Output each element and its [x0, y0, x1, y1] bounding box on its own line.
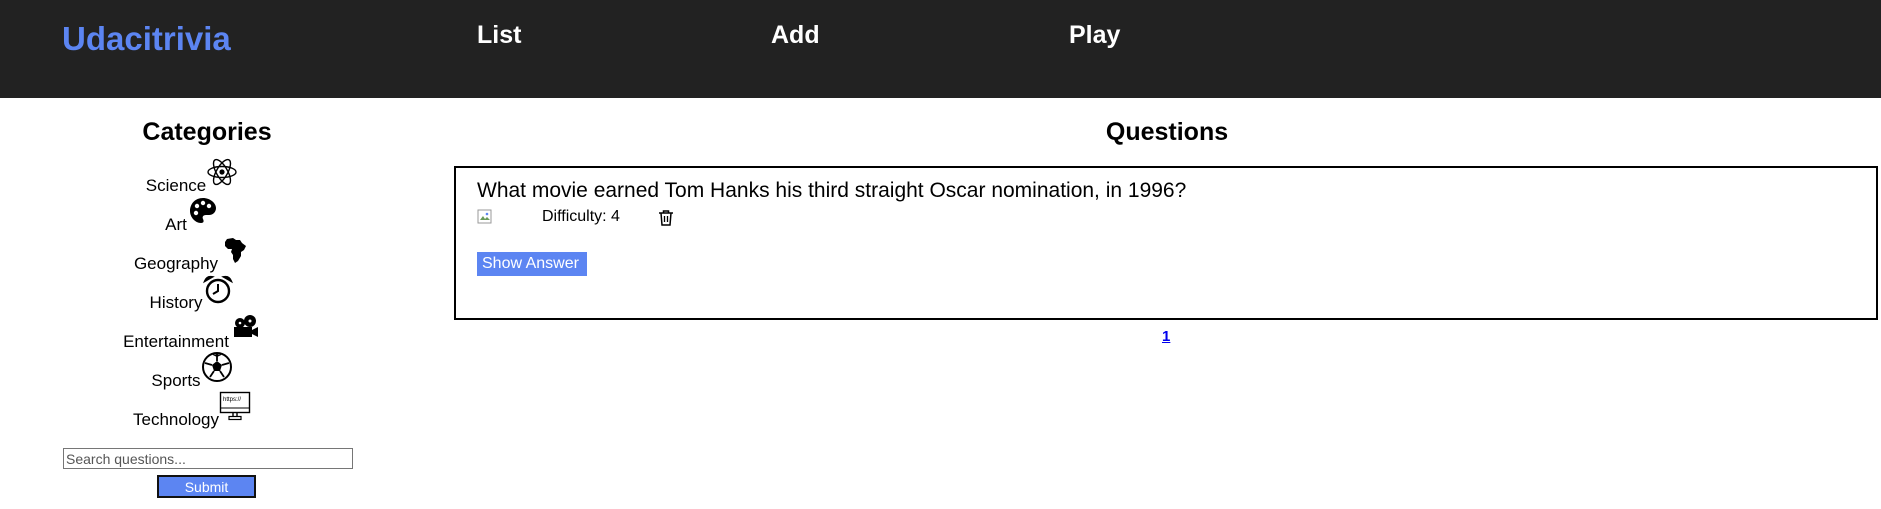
nav-add-link[interactable]: Add: [771, 21, 820, 50]
film-camera-icon: [233, 315, 258, 337]
category-entertainment[interactable]: Entertainment: [0, 315, 384, 352]
category-label: Geography: [133, 254, 219, 273]
alarm-clock-icon: [203, 275, 234, 304]
category-label: Art: [165, 215, 187, 234]
category-label: Science: [145, 176, 207, 195]
category-label: Sports: [151, 371, 201, 390]
difficulty-label: Difficulty: 4: [542, 208, 620, 225]
broken-image-icon: [477, 209, 492, 224]
nav-list-link[interactable]: List: [477, 21, 521, 50]
search-input[interactable]: [63, 448, 353, 469]
pagination-page-1[interactable]: 1: [1162, 328, 1170, 345]
category-label: History: [149, 293, 203, 312]
show-answer-button[interactable]: Show Answer: [477, 252, 587, 276]
category-art[interactable]: Art: [0, 198, 384, 235]
category-technology[interactable]: Technology https://: [0, 391, 384, 430]
trash-icon[interactable]: [658, 209, 674, 227]
question-card: What movie earned Tom Hanks his third st…: [454, 166, 1878, 320]
africa-icon: [225, 238, 247, 263]
soccer-ball-icon: [201, 352, 232, 382]
brand-logo[interactable]: Udacitrivia: [62, 20, 231, 58]
categories-heading: Categories: [142, 118, 272, 146]
monitor-url-text: https://: [223, 397, 241, 403]
nav-play-link[interactable]: Play: [1069, 21, 1120, 50]
palette-icon: [189, 198, 216, 223]
category-history[interactable]: History: [0, 275, 384, 313]
atom-icon: [207, 158, 237, 186]
question-text: What movie earned Tom Hanks his third st…: [477, 179, 1187, 202]
category-geography[interactable]: Geography: [0, 238, 384, 274]
navbar: Udacitrivia List Add Play: [0, 0, 1881, 98]
category-science[interactable]: Science: [0, 158, 384, 196]
category-sports[interactable]: Sports: [0, 352, 384, 391]
submit-button[interactable]: Submit: [157, 475, 256, 498]
category-label: Entertainment: [123, 332, 229, 351]
category-label: Technology: [132, 410, 219, 429]
questions-heading: Questions: [1105, 118, 1229, 146]
monitor-icon: https://: [219, 391, 251, 421]
